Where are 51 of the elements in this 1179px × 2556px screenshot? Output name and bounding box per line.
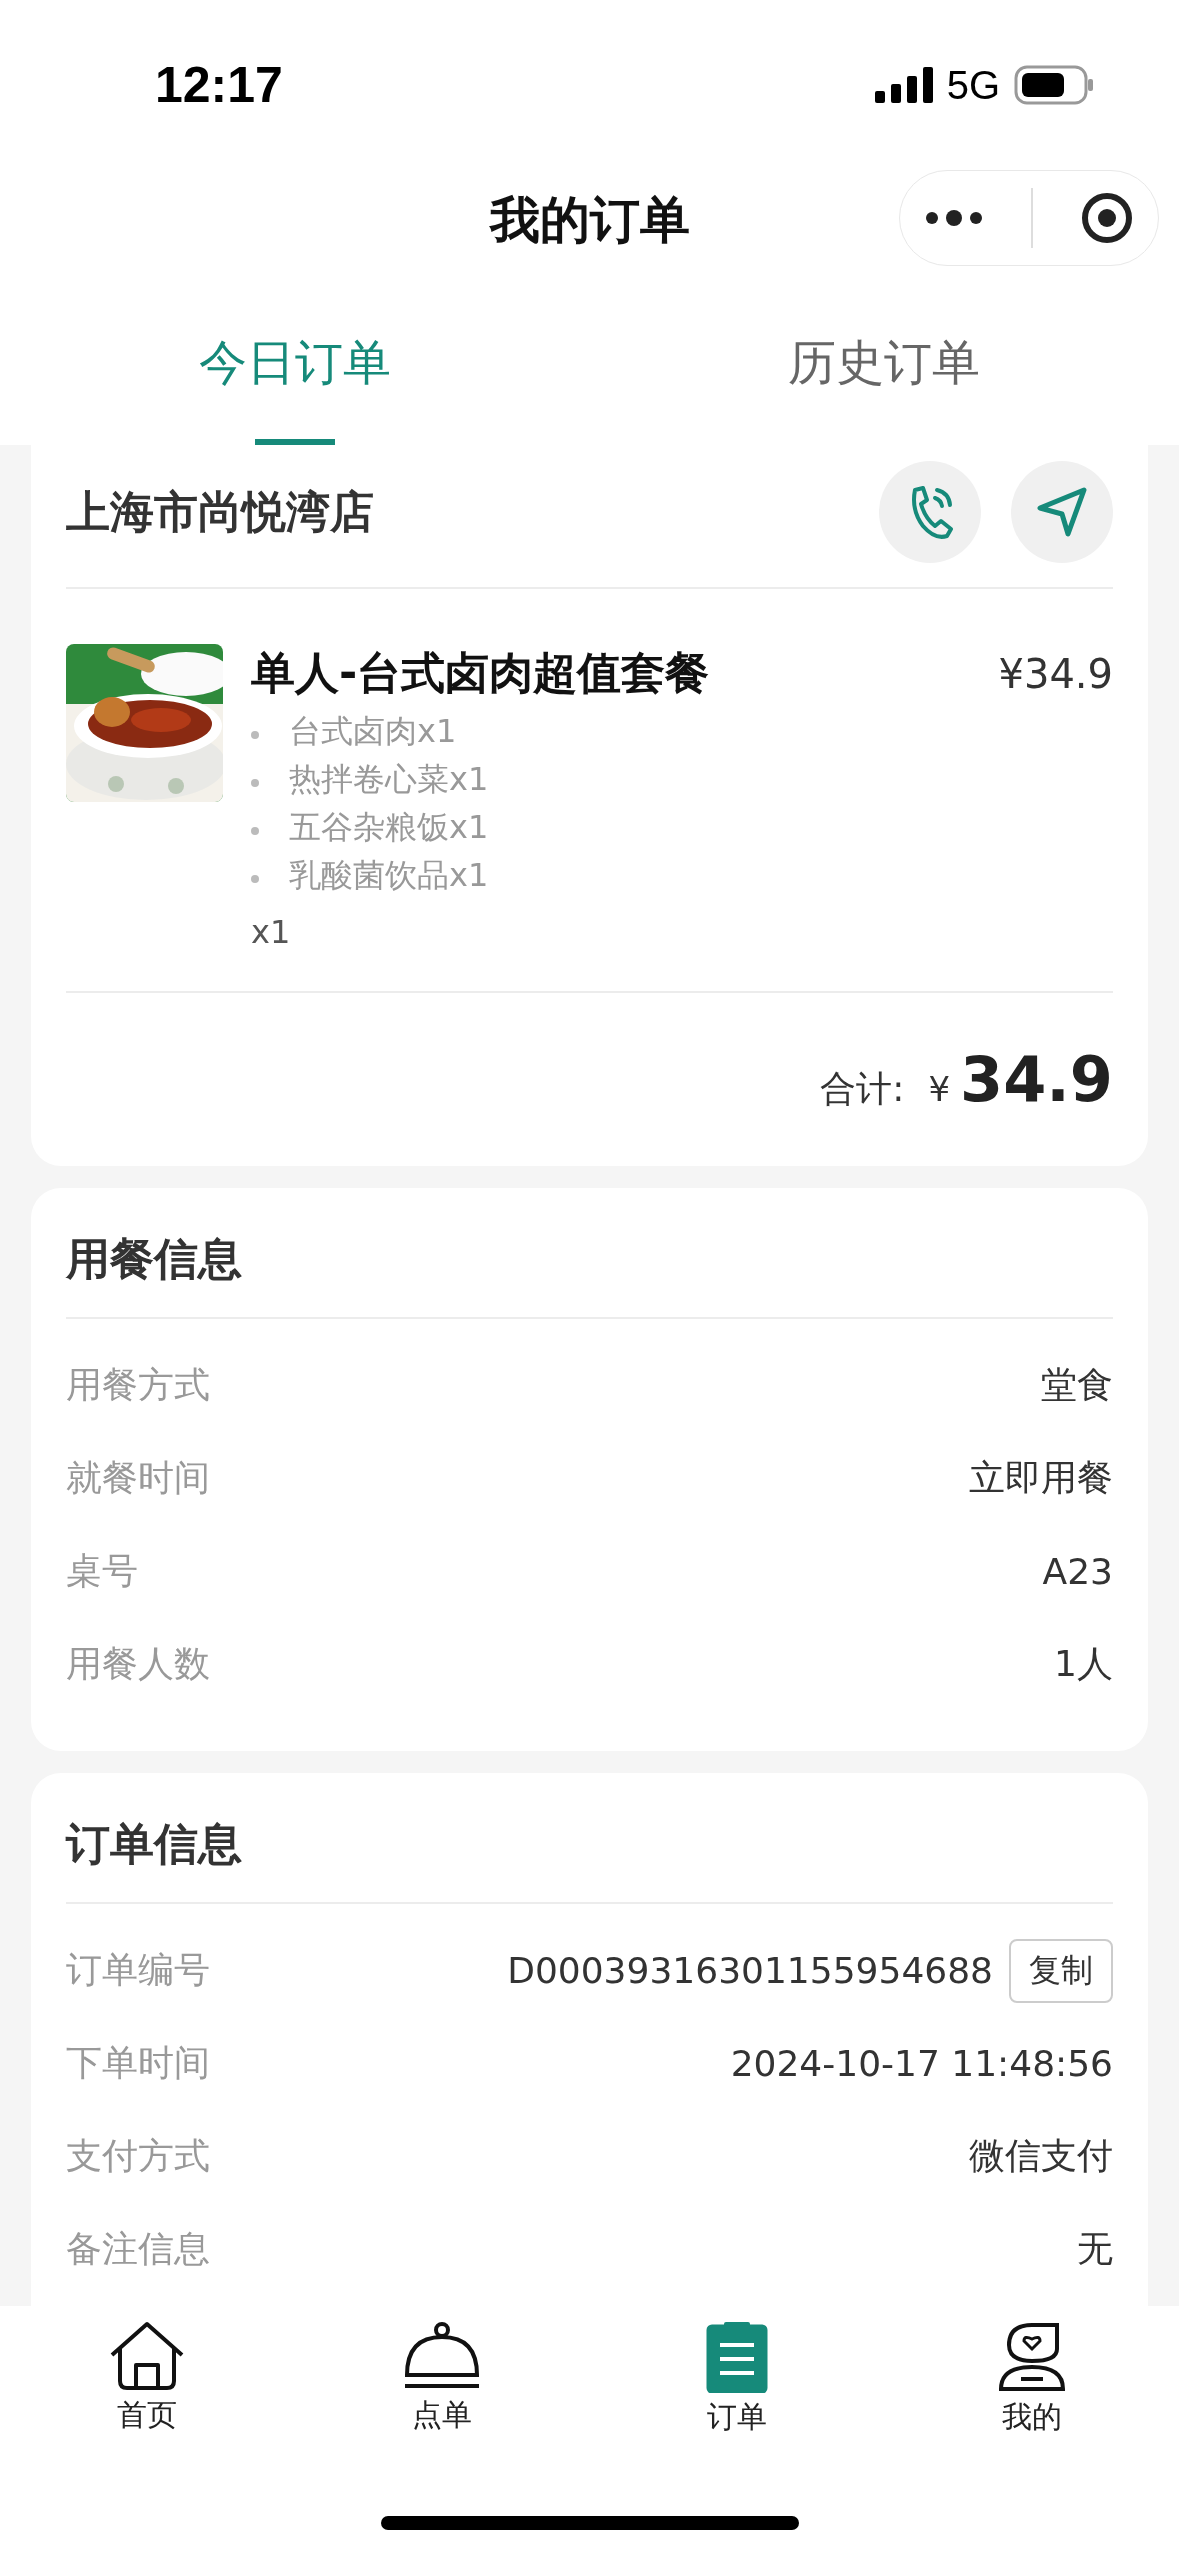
tab-bar-item[interactable]: 我的 [884, 2321, 1179, 2438]
network-label: 5G [946, 62, 1000, 108]
total-amount: 34.9 [960, 1043, 1113, 1116]
close-icon[interactable] [1080, 191, 1135, 245]
clipboard-icon [705, 2321, 768, 2393]
info-label: 订单编号 [66, 1948, 210, 1992]
info-label: 备注信息 [66, 2227, 210, 2271]
bullet-icon [251, 827, 259, 835]
total-label: 合计: [820, 1067, 905, 1111]
item-price: ¥34.9 [998, 650, 1113, 697]
copy-button[interactable]: 复制 [1009, 1938, 1113, 2003]
page-title: 我的订单 [489, 189, 690, 251]
order-tab[interactable]: 历史订单 [589, 280, 1179, 445]
info-value: 2024-10-17 11:48:56 [730, 2043, 1113, 2084]
battery-icon [1014, 65, 1094, 105]
set-component: 五谷杂粮饭x1 [289, 807, 489, 848]
set-component: 热拌卷心菜x1 [289, 759, 489, 800]
info-value: D00039316301155954688 [507, 1950, 993, 1991]
info-label: 下单时间 [66, 2041, 210, 2085]
item-quantity: x1 [251, 913, 292, 951]
status-time: 12:17 [155, 56, 283, 114]
info-label: 用餐方式 [66, 1363, 210, 1407]
signal-icon [874, 67, 933, 103]
bullet-icon [251, 779, 259, 787]
cloche-icon [403, 2321, 482, 2391]
info-value: 微信支付 [969, 2134, 1113, 2178]
tab-bar-item[interactable]: 订单 [589, 2321, 885, 2438]
section-title: 用餐信息 [66, 1232, 243, 1286]
info-label: 桌号 [66, 1549, 138, 1593]
profile-icon [996, 2321, 1067, 2393]
bullet-icon [251, 731, 259, 739]
info-value: A23 [1042, 1551, 1113, 1592]
bullet-icon [251, 875, 259, 883]
tab-bar-item[interactable]: 首页 [0, 2321, 295, 2438]
section-title: 订单信息 [66, 1817, 243, 1871]
info-value: 立即用餐 [969, 1456, 1113, 1500]
info-label: 用餐人数 [66, 1642, 210, 1686]
currency-sign: ¥ [928, 1069, 950, 1109]
info-label: 支付方式 [66, 2134, 210, 2178]
tab-bar-item[interactable]: 点单 [294, 2321, 590, 2438]
store-name: 上海市尚悦湾店 [66, 484, 374, 539]
set-component: 台式卤肉x1 [289, 711, 457, 752]
send-icon [1036, 486, 1088, 538]
info-value: 堂食 [1041, 1363, 1113, 1407]
info-value: 1人 [1054, 1642, 1113, 1686]
set-component: 乳酸菌饮品x1 [289, 855, 489, 896]
info-label: 就餐时间 [66, 1456, 210, 1500]
item-name: 单人-台式卤肉超值套餐 [251, 646, 710, 700]
info-value: 无 [1077, 2227, 1113, 2271]
order-tab[interactable]: 今日订单 [0, 280, 590, 445]
more-icon[interactable] [923, 208, 984, 228]
